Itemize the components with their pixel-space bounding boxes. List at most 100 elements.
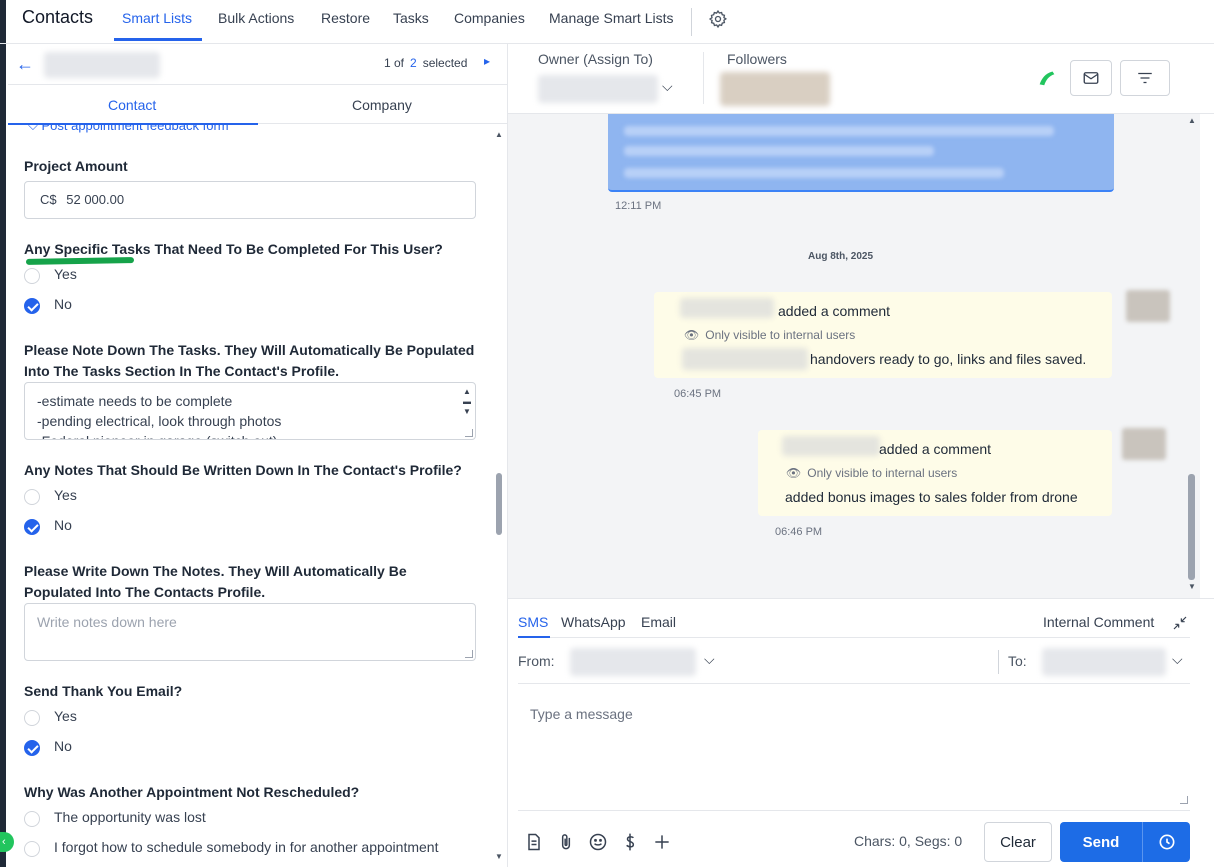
message-text-redacted	[624, 146, 934, 156]
next-record-icon[interactable]: ▸	[484, 54, 490, 68]
pager-current: 1 of	[384, 56, 405, 70]
project-amount-field[interactable]: C$ 52 000.00	[24, 181, 476, 219]
chevron-down-icon[interactable]: ⌵	[1172, 651, 1183, 668]
scroll-up-arrow[interactable]: ▲	[1188, 116, 1196, 125]
visibility-text: Only visible to internal users	[807, 466, 958, 480]
resize-handle[interactable]	[465, 650, 473, 658]
phone-icon[interactable]	[1036, 66, 1058, 88]
tab-bulk-actions[interactable]: Bulk Actions	[218, 10, 294, 26]
comment-text-redacted	[682, 348, 808, 370]
tab-restore[interactable]: Restore	[321, 10, 370, 26]
tab-contact[interactable]: Contact	[108, 97, 156, 113]
resize-handle[interactable]	[1180, 796, 1188, 804]
tab-whatsapp[interactable]: WhatsApp	[561, 614, 626, 630]
scroll-down-arrow[interactable]: ▼	[1188, 582, 1196, 591]
avatar	[1122, 428, 1166, 460]
record-tabs: Contact Company	[8, 84, 507, 125]
section-toggle[interactable]: ⌵ Post appointment feedback form	[28, 124, 229, 134]
feedback-form: ⌵ Post appointment feedback form Project…	[24, 124, 494, 867]
radio-label: I forgot how to schedule somebody in for…	[54, 839, 439, 855]
tab-smart-lists[interactable]: Smart Lists	[122, 10, 192, 26]
clear-button[interactable]: Clear	[984, 822, 1052, 862]
tab-sms[interactable]: SMS	[518, 614, 548, 630]
visibility-text: Only visible to internal users	[705, 328, 856, 342]
tab-internal-comment[interactable]: Internal Comment	[1043, 614, 1154, 630]
composer-bottom-separator	[518, 810, 1190, 811]
gear-icon[interactable]	[708, 9, 728, 29]
textarea-scroll-arrows[interactable]: ▲ ▬ ▼	[463, 387, 471, 417]
radio-tasks-yes[interactable]	[24, 268, 40, 284]
radio-resched-forgot[interactable]	[24, 841, 40, 857]
chevron-down-icon[interactable]: ⌵	[662, 78, 673, 95]
schedule-button[interactable]	[1142, 822, 1190, 862]
tab-tasks[interactable]: Tasks	[393, 10, 429, 26]
tab-email[interactable]: Email	[641, 614, 676, 630]
conversation-scrollbar[interactable]	[1188, 474, 1195, 580]
pager-suffix: selected	[422, 56, 468, 70]
contact-name-redacted	[44, 52, 160, 78]
tasks-note-textarea[interactable]: -estimate needs to be complete -pending …	[24, 382, 476, 440]
nav-divider	[691, 8, 692, 36]
followers-avatars-redacted[interactable]	[720, 72, 830, 106]
chevron-down-icon[interactable]: ⌵	[704, 651, 715, 668]
radio-tasks-no[interactable]	[24, 298, 40, 314]
form-scrollbar[interactable]	[496, 473, 502, 535]
project-amount-value: 52 000.00	[66, 192, 125, 207]
collapse-icon[interactable]	[1172, 615, 1188, 631]
author-redacted	[680, 298, 774, 318]
radio-label: The opportunity was lost	[54, 809, 206, 825]
radio-resched-lost[interactable]	[24, 811, 40, 827]
tab-companies[interactable]: Companies	[454, 10, 525, 26]
radio-label: No	[54, 738, 72, 754]
radio-notes-yes[interactable]	[24, 489, 40, 505]
scroll-up-arrow[interactable]: ▲	[495, 130, 503, 139]
payment-icon[interactable]	[620, 832, 640, 852]
message-text-redacted	[624, 168, 1004, 178]
scroll-down-arrow[interactable]: ▼	[495, 852, 503, 861]
composer-separator	[508, 598, 1214, 599]
owner-select-redacted[interactable]	[538, 75, 658, 103]
radio-notes-no[interactable]	[24, 519, 40, 535]
notes-textarea[interactable]: Write notes down here	[24, 603, 476, 661]
pager-total[interactable]: 2	[410, 56, 417, 70]
emoji-icon[interactable]	[588, 832, 608, 852]
message-time: 12:11 PM	[615, 200, 662, 212]
filter-button[interactable]	[1120, 60, 1170, 96]
clock-icon	[1159, 834, 1174, 850]
header-divider	[703, 52, 704, 104]
from-number-redacted[interactable]	[570, 648, 696, 676]
textarea-line: -estimate needs to be complete	[37, 393, 233, 409]
message-input[interactable]	[518, 694, 1190, 806]
back-arrow-icon[interactable]: ←	[16, 54, 34, 75]
active-tab-indicator	[114, 38, 202, 41]
from-to-divider	[998, 650, 999, 674]
page-title: Contacts	[22, 7, 94, 27]
composer-tab-separator	[518, 637, 1190, 638]
comment-bubble: added a comment 👁 Only visible to interna…	[654, 292, 1112, 378]
radio-label: Yes	[54, 708, 77, 724]
template-icon[interactable]	[524, 832, 544, 852]
notes-placeholder: Write notes down here	[37, 614, 177, 630]
radio-thanks-yes[interactable]	[24, 710, 40, 726]
comment-body: added bonus images to sales folder from …	[785, 489, 1078, 505]
comment-action: added a comment	[778, 303, 891, 319]
app-sidebar-edge	[0, 0, 6, 867]
visibility-note: 👁 Only visible to internal users	[786, 466, 957, 480]
plus-icon[interactable]	[652, 832, 672, 852]
email-button[interactable]	[1070, 60, 1112, 96]
comment-time: 06:46 PM	[775, 526, 823, 538]
tab-manage-smart-lists[interactable]: Manage Smart Lists	[549, 10, 674, 26]
eye-icon: 👁	[786, 466, 802, 480]
textarea-line: -Federal pioneer in garage (switch out)	[37, 431, 463, 439]
currency-prefix: C$	[40, 192, 57, 207]
message-text-redacted	[624, 126, 1054, 136]
conversation-thread: 12:11 PM Aug 8th, 2025 added a comment 👁…	[508, 114, 1200, 598]
tab-company[interactable]: Company	[352, 97, 412, 113]
send-button[interactable]: Send	[1060, 822, 1142, 862]
radio-label: No	[54, 517, 72, 533]
to-number-redacted[interactable]	[1042, 648, 1166, 676]
section-title: Post appointment feedback form	[41, 124, 229, 133]
resize-handle[interactable]	[465, 429, 473, 437]
attachment-icon[interactable]	[556, 832, 576, 852]
radio-thanks-no[interactable]	[24, 740, 40, 756]
